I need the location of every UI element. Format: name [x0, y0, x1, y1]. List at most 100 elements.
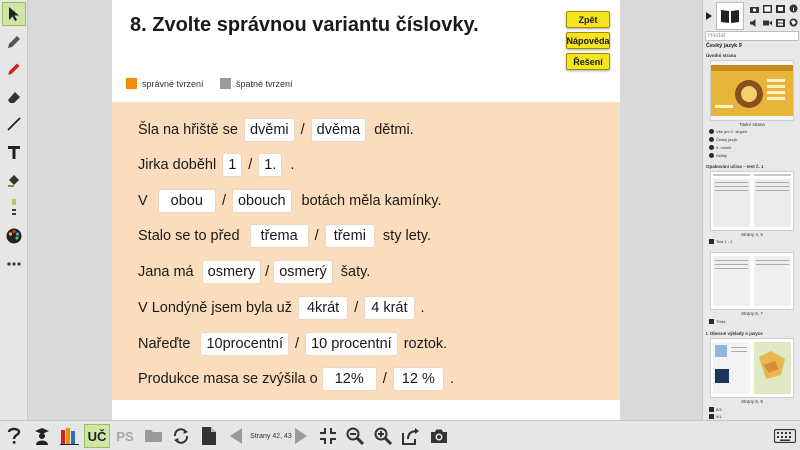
panel-expand-arrow-icon[interactable]: [703, 4, 715, 28]
teacher-icon[interactable]: [31, 424, 53, 448]
exercise-row: V Londýně jsem byla už 4krát / 4 krát .: [138, 296, 425, 320]
share-icon[interactable]: [400, 424, 422, 448]
option-a[interactable]: třema: [249, 224, 309, 248]
toc-link[interactable]: Český jazyk: [709, 136, 737, 142]
thumb-caption: Titulní strana: [739, 122, 765, 127]
option-b[interactable]: třemi: [324, 224, 375, 248]
palette-icon[interactable]: [2, 224, 26, 248]
page-thumbnail-map[interactable]: [710, 338, 794, 398]
legend-correct-label: správné tvrzení: [142, 78, 204, 89]
link-icon: [709, 406, 714, 412]
keyboard-icon[interactable]: [772, 424, 798, 448]
legend-wrong-label: špatné tvrzení: [236, 78, 293, 89]
exercise-row: Nařeďte 10procentní / 10 procentní rozto…: [138, 332, 447, 356]
document-icon[interactable]: [198, 424, 220, 448]
toc-link-label: Test 1 - 1: [716, 238, 733, 244]
back-button[interactable]: Zpět: [566, 11, 610, 28]
solution-button[interactable]: Řešení: [566, 53, 610, 70]
correct-swatch: [126, 78, 137, 89]
page-thumbnail-cover[interactable]: [710, 60, 794, 121]
more-icon[interactable]: [2, 252, 26, 276]
search-input[interactable]: [705, 31, 799, 41]
exercise-page: 8. Zvolte správnou variantu číslovky. Zp…: [112, 0, 620, 420]
camera-icon[interactable]: [428, 424, 450, 448]
option-a[interactable]: dvěmi: [243, 118, 295, 142]
toc-link[interactable]: 9. ročník: [709, 144, 731, 150]
option-a[interactable]: osmery: [201, 260, 262, 284]
eraser-icon[interactable]: [2, 85, 26, 109]
option-b[interactable]: 10 procentní: [305, 332, 398, 356]
toc-link[interactable]: 9/1: [709, 413, 722, 419]
page-thumbnail[interactable]: [710, 252, 794, 310]
camera-small-icon[interactable]: [749, 3, 760, 14]
toc-link-label: 9/1: [716, 413, 722, 419]
speaker-icon[interactable]: [749, 17, 760, 28]
slash: /: [354, 300, 359, 316]
option-b[interactable]: dvěma: [310, 118, 367, 142]
hint-button[interactable]: Nápověda: [566, 32, 610, 49]
info-icon[interactable]: [788, 3, 799, 14]
marker-icon[interactable]: [2, 57, 26, 81]
toc-link[interactable]: Vše pro 2. stupeň: [709, 128, 747, 134]
option-b[interactable]: 12 %: [392, 367, 444, 391]
link-icon: [709, 144, 714, 150]
toc-section-title: I. Obecné výklady o jazyce: [706, 331, 763, 336]
video-icon[interactable]: [762, 17, 773, 28]
book-icon[interactable]: [716, 2, 744, 30]
option-b[interactable]: 1.: [258, 153, 283, 177]
slash: /: [248, 157, 253, 173]
gallery-icon[interactable]: [762, 3, 773, 14]
row-text-after: .: [449, 371, 454, 387]
exercise-row: Šla na hřiště se dvěmi / dvěma dětmi.: [138, 118, 414, 142]
textbook-uc-button[interactable]: UČ: [84, 424, 110, 448]
color-dots-icon[interactable]: [2, 196, 26, 220]
option-b[interactable]: obouch: [231, 189, 292, 213]
toc-link[interactable]: Sešity: [709, 152, 727, 158]
toc-section-title: Úvodní strana: [706, 53, 737, 58]
thumb-caption: Strany 6, 7: [741, 311, 763, 316]
legend-correct: správné tvrzení: [126, 78, 204, 89]
option-a[interactable]: 10procentní: [200, 332, 290, 356]
option-b[interactable]: osmerý: [273, 260, 333, 284]
prev-page-icon[interactable]: [227, 424, 245, 448]
text-tool-icon[interactable]: [2, 140, 26, 164]
film-icon[interactable]: [775, 3, 786, 14]
zoom-out-icon[interactable]: [344, 424, 366, 448]
pencil-icon[interactable]: [2, 30, 26, 54]
toc-link[interactable]: Třída: [709, 318, 725, 324]
exercise-row: Produkce masa se zvýšila o 12% / 12 % .: [138, 367, 454, 391]
option-a[interactable]: 12%: [321, 367, 377, 391]
toc-link-label: Český jazyk: [716, 136, 738, 142]
page-number-text: Strany 42, 43: [250, 432, 292, 440]
grid-icon[interactable]: [775, 17, 786, 28]
slash: /: [382, 371, 387, 387]
option-a[interactable]: 1: [222, 153, 243, 177]
fit-screen-icon[interactable]: [317, 424, 339, 448]
next-page-icon[interactable]: [292, 424, 310, 448]
option-a[interactable]: 4krát: [297, 296, 349, 320]
row-text-after: dětmi.: [374, 122, 414, 138]
toc-link[interactable]: Test 1 - 1: [709, 238, 732, 244]
link-icon: [709, 152, 714, 158]
workbook-ps-button[interactable]: PS: [112, 424, 138, 448]
toc-link-label: 8/3: [716, 406, 722, 412]
refresh-icon[interactable]: [170, 424, 192, 448]
page-thumbnail[interactable]: [710, 171, 794, 231]
line-icon[interactable]: [2, 112, 26, 136]
row-text-before: Jana má: [138, 264, 194, 280]
option-a[interactable]: obou: [157, 189, 216, 213]
globe-icon[interactable]: [788, 17, 799, 28]
option-b[interactable]: 4 krát: [364, 296, 415, 320]
help-icon[interactable]: [3, 424, 25, 448]
row-text-after: šaty.: [340, 264, 371, 280]
fill-bucket-icon[interactable]: [2, 168, 26, 192]
select-pointer-icon[interactable]: [2, 2, 26, 26]
link-icon: [709, 238, 714, 244]
row-text-after: sty lety.: [382, 228, 431, 244]
thumb-caption: Strany 4, 5: [741, 232, 763, 237]
toc-link[interactable]: 8/3: [709, 406, 722, 412]
library-books-icon[interactable]: [58, 424, 82, 448]
folder-icon[interactable]: [143, 424, 165, 448]
zoom-in-icon[interactable]: [372, 424, 394, 448]
legend-wrong: špatné tvrzení: [220, 78, 293, 89]
